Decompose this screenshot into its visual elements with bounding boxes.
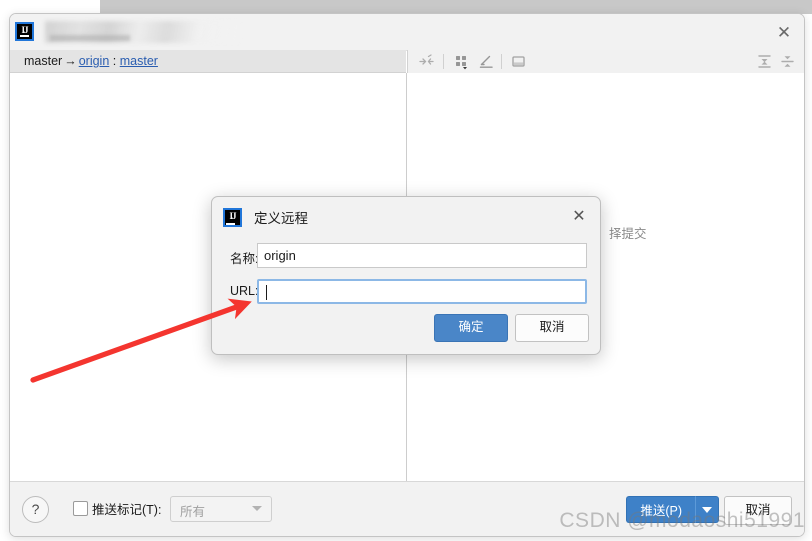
screenshot-root: IJ ✕ master → origin : master 择提交 ? 推送标记… [0, 0, 812, 541]
chevron-down-icon [702, 506, 712, 513]
dialog-title: 定义远程 [254, 211, 308, 226]
diff-toolbar [407, 50, 804, 74]
close-icon[interactable]: ✕ [773, 23, 795, 43]
tags-select[interactable]: 所有 [170, 496, 272, 522]
edit-pencil-icon[interactable] [478, 53, 495, 70]
window-titlebar: IJ ✕ [10, 14, 804, 51]
collapse-all-icon[interactable] [779, 53, 796, 70]
push-button[interactable]: 推送(P) [626, 496, 695, 523]
help-button[interactable]: ? [22, 496, 49, 523]
toolbar-separator [443, 54, 444, 69]
branch-separator: : [112, 54, 117, 68]
diff-empty-hint: 择提交 [609, 227, 647, 241]
close-icon[interactable]: ✕ [569, 206, 589, 226]
preview-panel-icon[interactable] [510, 53, 527, 70]
expand-all-icon[interactable] [756, 53, 773, 70]
text-caret [266, 285, 267, 300]
define-remote-dialog: IJ 定义远程 ✕ 名称: origin URL: 确定 取消 [211, 196, 601, 355]
dialog-cancel-button[interactable]: 取消 [515, 314, 589, 342]
toolbar-separator [501, 54, 502, 69]
chevron-down-icon [252, 506, 262, 511]
cancel-button[interactable]: 取消 [724, 496, 792, 525]
desktop-background-left [0, 0, 100, 14]
dialog-action-bar: ? 推送标记(T): 所有 推送(P) 取消 [10, 481, 804, 536]
intellij-idea-icon: IJ [15, 22, 34, 41]
push-split-button[interactable]: 推送(P) [626, 496, 719, 523]
desktop-background-strip [0, 0, 812, 14]
arrow-right-icon: → [64, 54, 77, 68]
local-branch-label: master [24, 54, 63, 68]
dialog-ok-button[interactable]: 确定 [434, 314, 508, 342]
url-input[interactable] [257, 279, 587, 304]
branch-bar: master → origin : master [10, 50, 406, 73]
url-field-label: URL: [230, 284, 259, 298]
push-tags-label: 推送标记(T): [92, 499, 161, 518]
push-tags-label-text: 推送标记(T): [92, 503, 162, 517]
window-subtitle-redacted [50, 35, 130, 41]
push-dropdown-button[interactable] [695, 496, 719, 523]
push-tags-checkbox[interactable] [73, 501, 88, 516]
remote-link[interactable]: origin [79, 54, 110, 68]
intellij-idea-icon: IJ [223, 207, 242, 227]
tags-select-value: 所有 [180, 505, 206, 519]
name-field-label: 名称: [230, 252, 259, 266]
name-input[interactable]: origin [257, 243, 587, 268]
dialog-titlebar: IJ 定义远程 [223, 207, 308, 227]
collapse-arrows-icon[interactable] [418, 53, 435, 70]
remote-branch-link[interactable]: master [120, 54, 158, 68]
group-by-icon[interactable] [453, 53, 470, 70]
